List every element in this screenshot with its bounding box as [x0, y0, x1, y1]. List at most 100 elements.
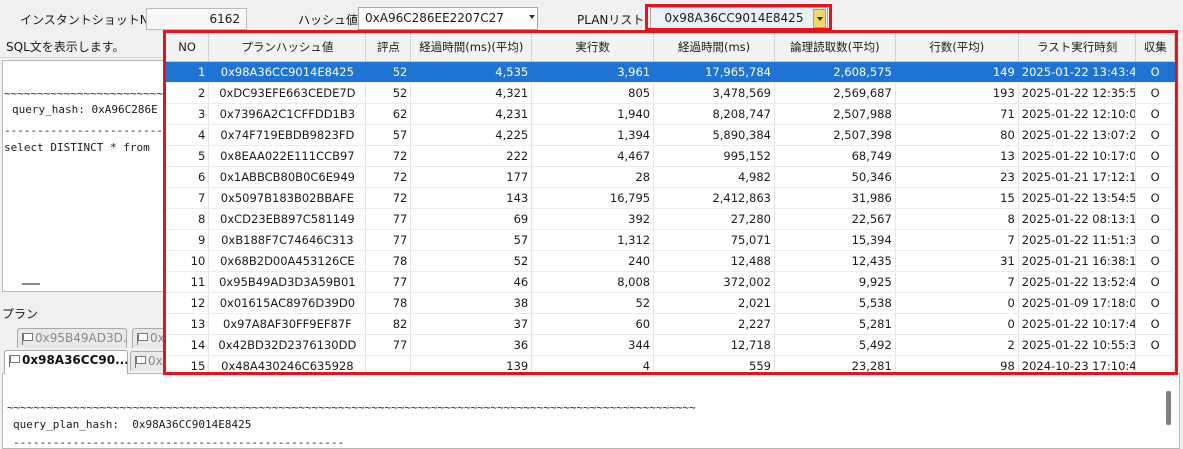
table-header-row: NO プランハッシュ値 評点 経過時間(ms)(平均) 実行数 経過時間(ms)…: [166, 33, 1175, 62]
table-cell: 0x97A8AF30FF9EF87F: [208, 313, 367, 335]
table-cell: 4: [166, 124, 210, 146]
table-cell: 2,507,988: [774, 103, 896, 125]
sql-line: ~~~~~~~~~~~~~~~~~~~~~~~~~~~: [4, 87, 168, 100]
table-row[interactable]: 14 0x42BD32D2376130DD 77 36 344 12,718 5,492 2 2…: [166, 334, 1175, 356]
table-cell: 12,718: [653, 334, 775, 356]
table-cell: 1: [166, 61, 210, 83]
table-cell: 4,467: [531, 145, 655, 167]
table-cell: O: [1135, 124, 1175, 146]
table-cell: 10: [166, 250, 210, 272]
table-cell: 0xDC93EFE663CEDE7D: [208, 82, 367, 104]
table-cell: O: [1135, 208, 1175, 230]
instant-no-field[interactable]: 6162: [146, 8, 247, 30]
column-header[interactable]: ラスト実行時刻: [1018, 33, 1137, 62]
table-cell: 8,008: [531, 271, 655, 293]
flag-icon: [137, 333, 148, 345]
table-cell: 240: [531, 250, 655, 272]
column-header[interactable]: プランハッシュ値: [208, 33, 367, 62]
table-cell: 2,569,687: [774, 82, 896, 104]
table-cell: 13: [895, 145, 1019, 167]
table-cell: 22,567: [774, 208, 896, 230]
table-cell: 0x95B49AD3D3A59B01: [208, 271, 367, 293]
chevron-down-icon[interactable]: [529, 15, 535, 19]
table-row[interactable]: 4 0x74F719EBDB9823FD 57 4,225 1,394 5,890,384…: [166, 124, 1175, 146]
table-cell: 2,227: [653, 313, 775, 335]
column-header[interactable]: 実行数: [531, 33, 655, 62]
sql-line: select DISTINCT * from: [4, 141, 150, 154]
column-header[interactable]: 収集: [1135, 33, 1175, 62]
table-cell: 5: [166, 145, 210, 167]
table-cell: 2025-01-22 13:54:53: [1018, 187, 1137, 209]
table-row[interactable]: 2 0xDC93EFE663CEDE7D 52 4,321 805 3,478,569 2,…: [166, 82, 1175, 104]
sql-text-area[interactable]: ~~~~~~~~~~~~~~~~~~~~~~~~~~~ query_hash: …: [2, 60, 168, 292]
table-cell: O: [1135, 166, 1175, 188]
table-cell: 0x74F719EBDB9823FD: [208, 124, 367, 146]
table-row[interactable]: 15 0x48A430246C635928 139 4 559 23,281 98 2024-…: [166, 355, 1175, 372]
column-header[interactable]: 経過時間(ms): [653, 33, 775, 62]
table-row[interactable]: 12 0x01615AC8976D39D0 78 38 52 2,021 5,538 0 202…: [166, 292, 1175, 314]
table-row[interactable]: 5 0x8EAA022E111CCB97 72 222 4,467 995,152 68,7…: [166, 145, 1175, 167]
table-cell: 2,021: [653, 292, 775, 314]
table-row[interactable]: 1 0x98A36CC9014E8425 52 4,535 3,961 17,965,78…: [166, 61, 1175, 83]
column-header[interactable]: 行数(平均): [895, 33, 1019, 62]
table-cell: 2025-01-21 16:38:14: [1018, 250, 1137, 272]
column-header[interactable]: 評点: [365, 33, 412, 62]
flag-icon: [22, 333, 33, 345]
table-cell: 0x5097B183B02BBAFE: [208, 187, 367, 209]
table-row[interactable]: 8 0xCD23EB897C581149 77 69 392 27,280 22,567 8 2…: [166, 208, 1175, 230]
plan-label: プラン: [2, 307, 39, 321]
table-cell: 28: [531, 166, 655, 188]
table-cell: 995,152: [653, 145, 775, 167]
table-cell: 9,925: [774, 271, 896, 293]
table-cell: 12,488: [653, 250, 775, 272]
highlight-plan-list: [645, 4, 832, 31]
table-cell: 2: [895, 334, 1019, 356]
table-cell: 3: [166, 103, 210, 125]
table-cell: O: [1135, 229, 1175, 251]
table-cell: 559: [653, 355, 775, 372]
table-cell: 72: [365, 166, 412, 188]
plan-tab-label: 0x: [148, 354, 163, 368]
table-cell: 2025-01-22 10:17:44: [1018, 313, 1137, 335]
hash-select-value: 0xA96C286EE2207C27: [365, 11, 504, 25]
table-cell: 2025-01-22 13:07:25: [1018, 124, 1137, 146]
table-cell: 2024-10-23 17:10:44: [1018, 355, 1137, 372]
table-cell: 52: [365, 61, 412, 83]
table-cell: O: [1135, 250, 1175, 272]
table-cell: O: [1135, 313, 1175, 335]
table-cell: 0x8EAA022E111CCB97: [208, 145, 367, 167]
splitter-handle[interactable]: [22, 283, 40, 285]
plan-line: ~~~~~~~~~~~~~~~~~~~~~~~~~~~~~~~~~~~~~~~~…: [7, 401, 696, 414]
table-cell: 1,940: [531, 103, 655, 125]
table-row[interactable]: 13 0x97A8AF30FF9EF87F 82 37 60 2,227 5,281 0 202…: [166, 313, 1175, 335]
table-cell: 0x01615AC8976D39D0: [208, 292, 367, 314]
table-row[interactable]: 3 0x7396A2C1CFFDD1B3 62 4,231 1,940 8,208,747…: [166, 103, 1175, 125]
table-row[interactable]: 7 0x5097B183B02BBAFE 72 143 16,795 2,412,863 3…: [166, 187, 1175, 209]
table-row[interactable]: 10 0x68B2D00A453126CE 78 52 240 12,488 12,435 3…: [166, 250, 1175, 272]
table-cell: 2025-01-22 13:52:40: [1018, 271, 1137, 293]
table-row[interactable]: 6 0x1ABBCB80B0C6E949 72 177 28 4,982 50,346 23 2…: [166, 166, 1175, 188]
table-row[interactable]: 11 0x95B49AD3D3A59B01 77 46 8,008 372,002 9,92…: [166, 271, 1175, 293]
table-cell: 1,394: [531, 124, 655, 146]
table-cell: 15,394: [774, 229, 896, 251]
scrollbar-thumb[interactable]: [1166, 391, 1171, 425]
column-header[interactable]: 論理読取数(平均): [774, 33, 896, 62]
table-cell: 77: [365, 208, 412, 230]
hash-select[interactable]: 0xA96C286EE2207C27: [358, 7, 538, 30]
sql-panel-header: SQL文を表示します。: [0, 36, 168, 58]
table-cell: 0x1ABBCB80B0C6E949: [208, 166, 367, 188]
plan-tab-active[interactable]: 0x98A36CC90...: [4, 350, 128, 374]
column-header[interactable]: 経過時間(ms)(平均): [410, 33, 533, 62]
table-row[interactable]: 9 0xB188F7C74646C313 77 57 1,312 75,071 15,394…: [166, 229, 1175, 251]
column-header[interactable]: NO: [166, 33, 210, 62]
table-cell: 3,478,569: [653, 82, 775, 104]
table-cell: 38: [410, 292, 533, 314]
plan-text-area[interactable]: ~~~~~~~~~~~~~~~~~~~~~~~~~~~~~~~~~~~~~~~~…: [2, 373, 1180, 449]
sql-line: query_hash: 0xA96C286E: [12, 103, 158, 116]
table-cell: O: [1135, 334, 1175, 356]
plan-tab[interactable]: 0x95B49AD3D...: [17, 328, 127, 348]
table-cell: 392: [531, 208, 655, 230]
table-cell: 31,986: [774, 187, 896, 209]
table-cell: 5,492: [774, 334, 896, 356]
table-cell: 2025-01-22 13:43:45: [1018, 61, 1137, 83]
